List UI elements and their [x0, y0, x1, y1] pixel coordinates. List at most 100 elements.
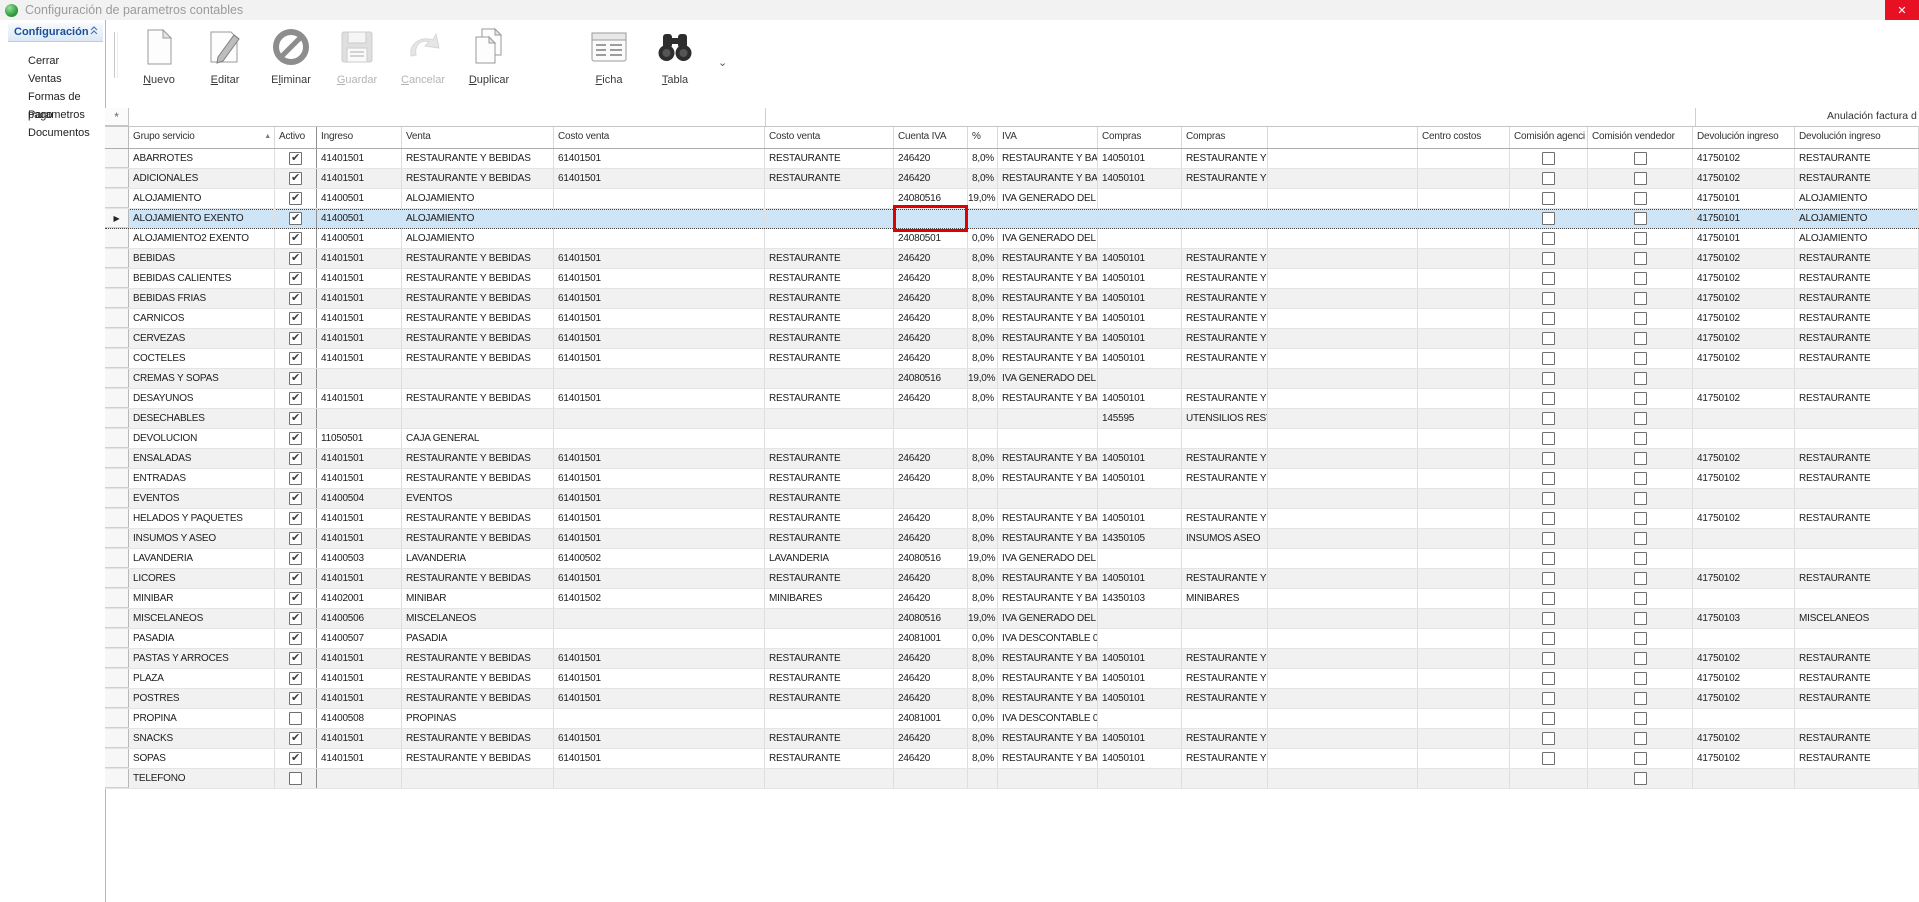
cell-costo_venta[interactable]: 61401501	[554, 329, 765, 348]
column-header-compras_desc[interactable]: Compras	[1182, 127, 1268, 148]
cell-venta[interactable]: RESTAURANTE Y BEBIDAS	[402, 349, 554, 368]
cell-activo[interactable]	[275, 329, 317, 348]
cell-centro_costos[interactable]	[1418, 329, 1510, 348]
cell-iva[interactable]: RESTAURANTE Y BAR 8	[998, 749, 1098, 768]
cell-venta[interactable]: RESTAURANTE Y BEBIDAS	[402, 669, 554, 688]
cell-activo[interactable]	[275, 649, 317, 668]
cell-sin_titulo[interactable]	[1268, 189, 1418, 208]
column-header-costo_venta[interactable]: Costo venta	[554, 127, 765, 148]
cell-porcentaje[interactable]: 8,0%	[968, 289, 998, 308]
cell-devolucion_ingreso_desc[interactable]: ALOJAMIENTO	[1795, 209, 1919, 228]
cell-comision_agencia[interactable]	[1510, 689, 1588, 708]
cell-devolucion_ingreso_desc[interactable]	[1795, 489, 1919, 508]
cell-comision_agencia[interactable]	[1510, 149, 1588, 168]
cell-devolucion_ingreso[interactable]: 41750102	[1693, 269, 1795, 288]
cell-activo[interactable]	[275, 689, 317, 708]
cell-iva[interactable]: IVA DESCONTABLE 0%	[998, 709, 1098, 728]
cell-devolucion_ingreso_desc[interactable]: RESTAURANTE	[1795, 469, 1919, 488]
cell-compras_desc[interactable]	[1182, 549, 1268, 568]
cell-sin_titulo[interactable]	[1268, 289, 1418, 308]
cell-ingreso[interactable]: 11050501	[317, 429, 402, 448]
cell-activo[interactable]	[275, 489, 317, 508]
cell-compras_desc[interactable]: RESTAURANTE Y B	[1182, 329, 1268, 348]
cell-iva[interactable]	[998, 489, 1098, 508]
checkbox[interactable]	[1634, 512, 1647, 525]
cell-activo[interactable]	[275, 369, 317, 388]
cell-compras[interactable]: 14050101	[1098, 389, 1182, 408]
cell-porcentaje[interactable]: 8,0%	[968, 329, 998, 348]
cell-indicator[interactable]	[105, 669, 129, 688]
cell-costo_venta_desc[interactable]: RESTAURANTE	[765, 749, 894, 768]
cell-devolucion_ingreso[interactable]: 41750101	[1693, 209, 1795, 228]
sidebar-header[interactable]: Configuración	[8, 23, 103, 42]
checkbox[interactable]	[1542, 452, 1555, 465]
cell-venta[interactable]: PASADIA	[402, 629, 554, 648]
cell-costo_venta_desc[interactable]	[765, 429, 894, 448]
cell-grupo_servicio[interactable]: DESAYUNOS	[129, 389, 275, 408]
cell-iva[interactable]: RESTAURANTE Y BAR 8	[998, 729, 1098, 748]
cell-porcentaje[interactable]	[968, 429, 998, 448]
checkbox[interactable]	[1542, 492, 1555, 505]
checkbox[interactable]	[289, 592, 302, 605]
cell-compras[interactable]: 14050101	[1098, 669, 1182, 688]
cell-indicator[interactable]	[105, 149, 129, 168]
cell-cuenta_iva[interactable]: 246420	[894, 649, 968, 668]
cell-sin_titulo[interactable]	[1268, 149, 1418, 168]
cell-grupo_servicio[interactable]: ABARROTES	[129, 149, 275, 168]
cell-devolucion_ingreso[interactable]	[1693, 529, 1795, 548]
cell-costo_venta[interactable]: 61401502	[554, 589, 765, 608]
cell-compras[interactable]: 14050101	[1098, 689, 1182, 708]
checkbox[interactable]	[1542, 692, 1555, 705]
cell-centro_costos[interactable]	[1418, 429, 1510, 448]
cell-costo_venta[interactable]: 61401501	[554, 249, 765, 268]
cell-costo_venta[interactable]: 61400502	[554, 549, 765, 568]
cell-grupo_servicio[interactable]: COCTELES	[129, 349, 275, 368]
cell-iva[interactable]	[998, 429, 1098, 448]
cell-centro_costos[interactable]	[1418, 729, 1510, 748]
cell-costo_venta[interactable]: 61401501	[554, 689, 765, 708]
cell-cuenta_iva[interactable]: 24080516	[894, 189, 968, 208]
cell-porcentaje[interactable]: 19,0%	[968, 549, 998, 568]
cell-activo[interactable]	[275, 669, 317, 688]
checkbox[interactable]	[1634, 432, 1647, 445]
cell-cuenta_iva[interactable]: 24080516	[894, 369, 968, 388]
cell-comision_agencia[interactable]	[1510, 589, 1588, 608]
cell-comision_vendedor[interactable]	[1588, 149, 1693, 168]
cell-comision_vendedor[interactable]	[1588, 329, 1693, 348]
cell-cuenta_iva[interactable]	[894, 489, 968, 508]
checkbox[interactable]	[289, 392, 302, 405]
cell-comision_agencia[interactable]	[1510, 469, 1588, 488]
cell-venta[interactable]: LAVANDERIA	[402, 549, 554, 568]
cell-centro_costos[interactable]	[1418, 169, 1510, 188]
cell-indicator[interactable]	[105, 289, 129, 308]
cell-porcentaje[interactable]: 8,0%	[968, 149, 998, 168]
cell-comision_vendedor[interactable]	[1588, 749, 1693, 768]
cell-comision_agencia[interactable]	[1510, 749, 1588, 768]
cell-ingreso[interactable]: 41401501	[317, 669, 402, 688]
cell-costo_venta[interactable]	[554, 429, 765, 448]
cell-centro_costos[interactable]	[1418, 709, 1510, 728]
cell-centro_costos[interactable]	[1418, 749, 1510, 768]
cell-comision_agencia[interactable]	[1510, 309, 1588, 328]
cell-compras[interactable]: 14050101	[1098, 349, 1182, 368]
cell-devolucion_ingreso[interactable]: 41750101	[1693, 229, 1795, 248]
sidebar-item-parametros[interactable]: Parametros	[0, 106, 105, 124]
cell-devolucion_ingreso[interactable]: 41750102	[1693, 349, 1795, 368]
cell-devolucion_ingreso_desc[interactable]	[1795, 769, 1919, 788]
checkbox[interactable]	[1634, 552, 1647, 565]
cell-devolucion_ingreso_desc[interactable]: RESTAURANTE	[1795, 689, 1919, 708]
cell-compras[interactable]: 14050101	[1098, 729, 1182, 748]
cell-activo[interactable]	[275, 589, 317, 608]
cell-activo[interactable]	[275, 609, 317, 628]
cell-iva[interactable]: RESTAURANTE Y BAR 8	[998, 689, 1098, 708]
cell-compras[interactable]	[1098, 549, 1182, 568]
cell-cuenta_iva[interactable]: 246420	[894, 169, 968, 188]
cell-centro_costos[interactable]	[1418, 149, 1510, 168]
cell-costo_venta_desc[interactable]	[765, 709, 894, 728]
cell-devolucion_ingreso_desc[interactable]: RESTAURANTE	[1795, 349, 1919, 368]
checkbox[interactable]	[1634, 252, 1647, 265]
cell-centro_costos[interactable]	[1418, 209, 1510, 228]
cell-costo_venta[interactable]: 61401501	[554, 469, 765, 488]
cell-costo_venta[interactable]	[554, 629, 765, 648]
checkbox[interactable]	[1542, 152, 1555, 165]
